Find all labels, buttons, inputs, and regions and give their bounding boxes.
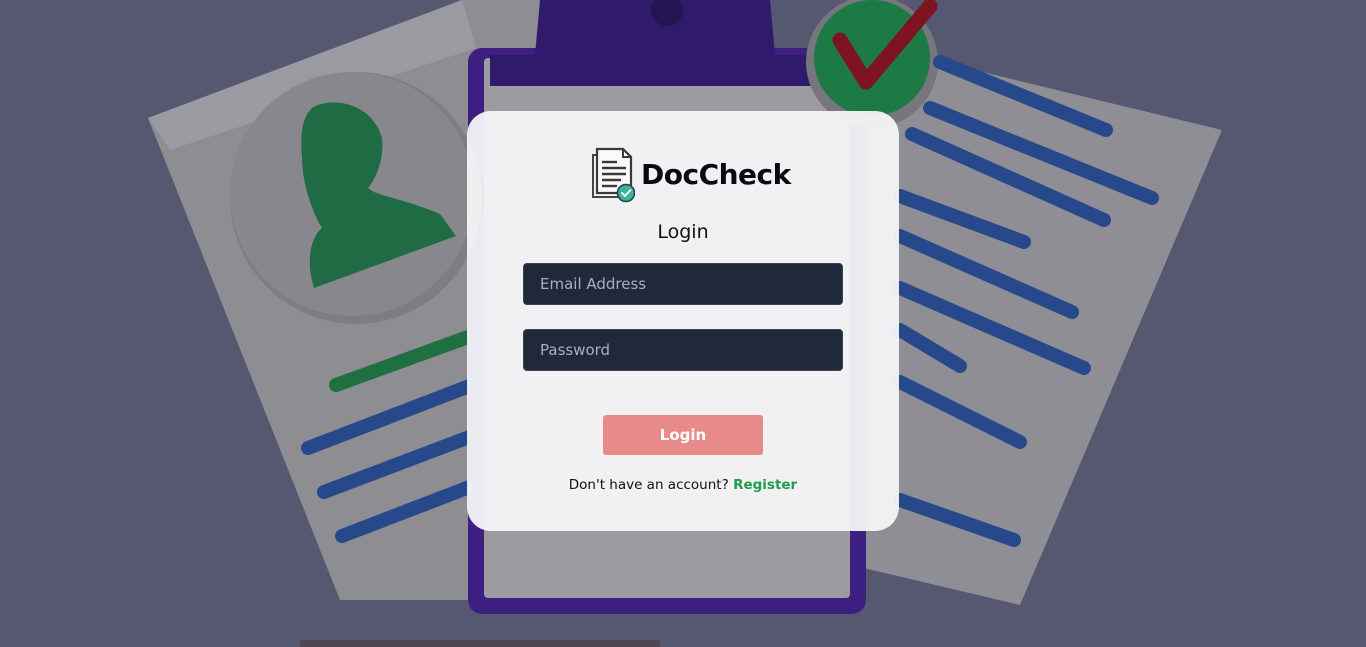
- user-silhouette-icon: [230, 72, 482, 324]
- email-input[interactable]: [523, 263, 843, 305]
- login-card: DocCheck Login Login Don't have an accou…: [467, 111, 899, 531]
- password-input[interactable]: [523, 329, 843, 371]
- login-button[interactable]: Login: [603, 415, 763, 455]
- register-prompt: Don't have an account? Register: [467, 477, 899, 493]
- login-heading: Login: [657, 221, 709, 243]
- app-name: DocCheck: [641, 157, 791, 191]
- checkmark-badge-icon: [806, 0, 938, 128]
- no-account-text: Don't have an account?: [568, 477, 729, 493]
- document-check-icon: [592, 147, 635, 203]
- brand: DocCheck: [587, 145, 791, 203]
- register-link[interactable]: Register: [733, 477, 797, 493]
